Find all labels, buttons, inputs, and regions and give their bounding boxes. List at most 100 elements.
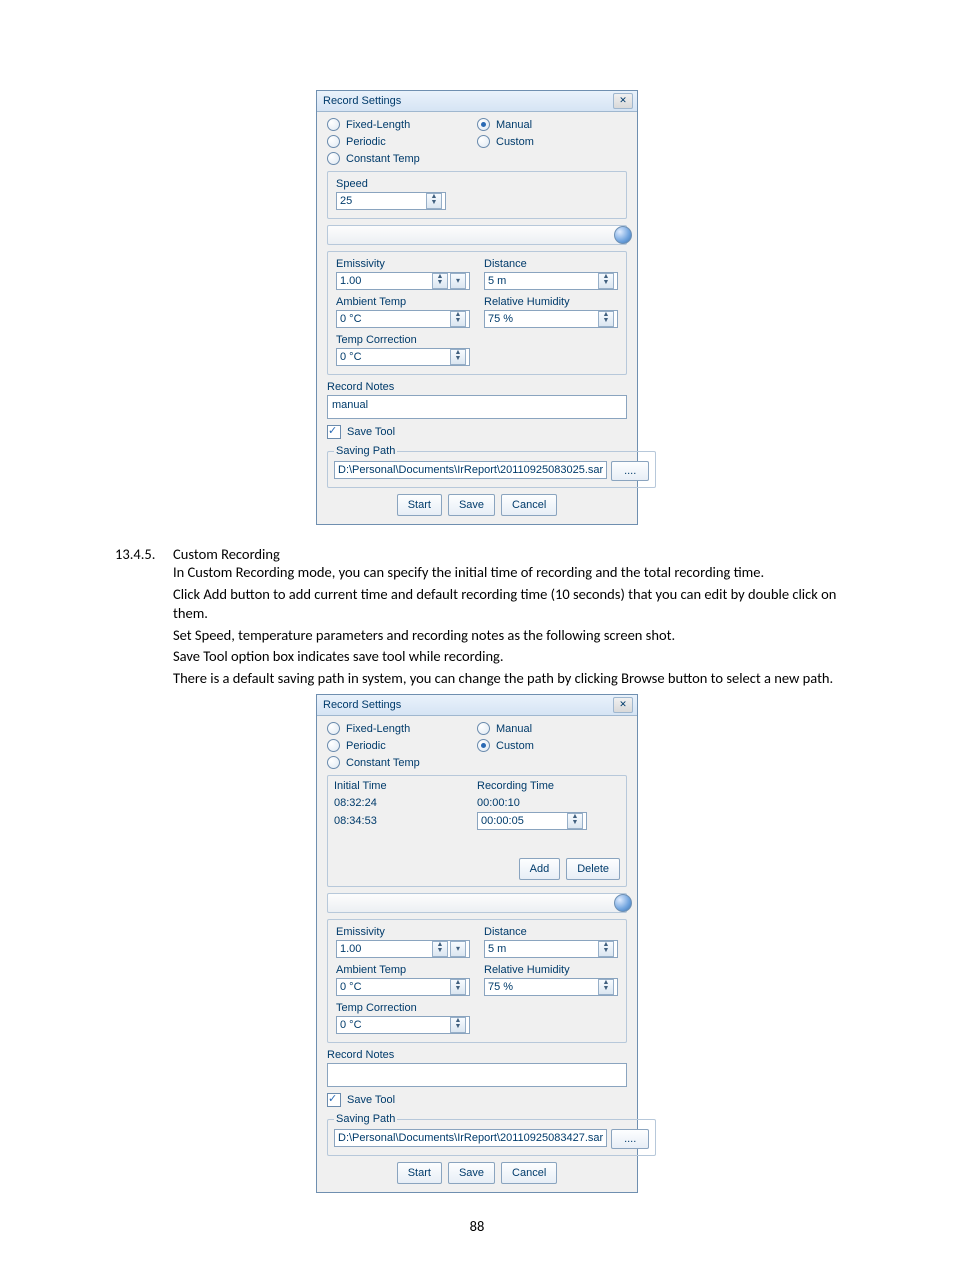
- tempcorr-value: 0 °C: [340, 1019, 362, 1031]
- radio-label: Constant Temp: [346, 153, 420, 165]
- emissivity-input[interactable]: 1.00 ▾: [336, 940, 470, 958]
- spin-icon[interactable]: [450, 311, 466, 327]
- save-tool-label: Save Tool: [347, 1094, 395, 1106]
- col-recording-time: Recording Time: [477, 780, 620, 792]
- emissivity-label: Emissivity: [336, 258, 470, 270]
- radio-label: Fixed-Length: [346, 723, 410, 735]
- distance-label: Distance: [484, 258, 618, 270]
- ambient-value: 0 °C: [340, 313, 362, 325]
- record-settings-dialog-2: Record Settings ✕ Fixed-Length Manual Pe…: [316, 694, 638, 1193]
- paragraph: There is a default saving path in system…: [173, 669, 839, 689]
- notes-input[interactable]: manual: [327, 395, 627, 419]
- saving-path-input[interactable]: D:\Personal\Documents\IrReport\201109250…: [334, 1129, 607, 1147]
- tempcorr-value: 0 °C: [340, 351, 362, 363]
- ambient-input[interactable]: 0 °C: [336, 310, 470, 328]
- radio-manual[interactable]: Manual: [477, 722, 627, 735]
- cancel-button[interactable]: Cancel: [501, 494, 557, 516]
- window-title: Record Settings: [323, 699, 401, 711]
- delete-button[interactable]: Delete: [566, 858, 620, 880]
- params-group: Emissivity 1.00 ▾ Distance 5 m: [327, 919, 627, 1043]
- recording-time-input[interactable]: 00:00:05: [477, 812, 587, 830]
- humidity-input[interactable]: 75 %: [484, 310, 618, 328]
- emissivity-input[interactable]: 1.00 ▾: [336, 272, 470, 290]
- spin-icon[interactable]: [432, 941, 448, 957]
- spin-icon[interactable]: [450, 1017, 466, 1033]
- col-initial-time: Initial Time: [334, 780, 477, 792]
- table-row[interactable]: 08:32:24 00:00:10: [334, 794, 620, 812]
- spin-icon[interactable]: [432, 273, 448, 289]
- tempcorr-input[interactable]: 0 °C: [336, 348, 470, 366]
- section-title: Custom Recording: [173, 545, 303, 563]
- emissivity-value: 1.00: [340, 943, 361, 955]
- humidity-label: Relative Humidity: [484, 964, 618, 976]
- radio-manual[interactable]: Manual: [477, 118, 627, 131]
- expand-icon[interactable]: [614, 226, 632, 244]
- save-tool-checkbox[interactable]: Save Tool: [327, 1093, 627, 1107]
- save-tool-label: Save Tool: [347, 426, 395, 438]
- ambient-input[interactable]: 0 °C: [336, 978, 470, 996]
- speed-input[interactable]: 25: [336, 192, 446, 210]
- spin-icon[interactable]: [598, 273, 614, 289]
- radio-fixed-length[interactable]: Fixed-Length: [327, 722, 477, 735]
- start-button[interactable]: Start: [397, 494, 442, 516]
- section-13-4-5: 13.4.5. Custom Recording: [115, 545, 839, 563]
- section-body: In Custom Recording mode, you can specif…: [173, 563, 839, 690]
- cell-recording: 00:00:10: [477, 797, 620, 809]
- save-button[interactable]: Save: [448, 494, 495, 516]
- close-icon[interactable]: ✕: [613, 93, 633, 109]
- spin-icon[interactable]: [598, 311, 614, 327]
- speed-group: Speed 25: [327, 171, 627, 219]
- speed-label: Speed: [336, 178, 618, 190]
- radio-label: Periodic: [346, 136, 386, 148]
- spin-icon[interactable]: [426, 193, 442, 209]
- browse-button[interactable]: ....: [611, 461, 649, 481]
- chevron-down-icon[interactable]: ▾: [450, 941, 466, 957]
- section-number: 13.4.5.: [115, 545, 163, 563]
- start-button[interactable]: Start: [397, 1162, 442, 1184]
- humidity-value: 75 %: [488, 313, 513, 325]
- time-table: Initial Time Recording Time 08:32:24 00:…: [327, 775, 627, 887]
- humidity-input[interactable]: 75 %: [484, 978, 618, 996]
- params-group: Emissivity 1.00 ▾ Distance 5 m: [327, 251, 627, 375]
- checkbox-icon: [327, 1093, 341, 1107]
- radio-periodic[interactable]: Periodic: [327, 135, 477, 148]
- paragraph: Click Add button to add current time and…: [173, 585, 839, 624]
- progress-slot: [327, 893, 627, 913]
- saving-path-group: Saving Path D:\Personal\Documents\IrRepo…: [327, 1113, 656, 1156]
- radio-periodic[interactable]: Periodic: [327, 739, 477, 752]
- add-button[interactable]: Add: [519, 858, 561, 880]
- spin-icon[interactable]: [450, 349, 466, 365]
- speed-value: 25: [340, 195, 352, 207]
- spin-icon[interactable]: [598, 979, 614, 995]
- paragraph: In Custom Recording mode, you can specif…: [173, 563, 839, 583]
- distance-input[interactable]: 5 m: [484, 272, 618, 290]
- saving-path-group: Saving Path D:\Personal\Documents\IrRepo…: [327, 445, 656, 488]
- save-button[interactable]: Save: [448, 1162, 495, 1184]
- tempcorr-input[interactable]: 0 °C: [336, 1016, 470, 1034]
- saving-path-label: Saving Path: [334, 445, 397, 457]
- spin-icon[interactable]: [567, 813, 583, 829]
- radio-constant-temp[interactable]: Constant Temp: [327, 756, 477, 769]
- radio-custom[interactable]: Custom: [477, 739, 627, 752]
- humidity-value: 75 %: [488, 981, 513, 993]
- chevron-down-icon[interactable]: ▾: [450, 273, 466, 289]
- saving-path-input[interactable]: D:\Personal\Documents\IrReport\201109250…: [334, 461, 607, 479]
- close-icon[interactable]: ✕: [613, 697, 633, 713]
- radio-custom[interactable]: Custom: [477, 135, 627, 148]
- radio-constant-temp[interactable]: Constant Temp: [327, 152, 477, 165]
- expand-icon[interactable]: [614, 894, 632, 912]
- browse-button[interactable]: ....: [611, 1129, 649, 1149]
- table-row[interactable]: 08:34:53 00:00:05: [334, 812, 620, 830]
- spin-icon[interactable]: [450, 979, 466, 995]
- distance-label: Distance: [484, 926, 618, 938]
- spin-icon[interactable]: [598, 941, 614, 957]
- titlebar: Record Settings ✕: [317, 91, 637, 112]
- ambient-value: 0 °C: [340, 981, 362, 993]
- distance-input[interactable]: 5 m: [484, 940, 618, 958]
- cancel-button[interactable]: Cancel: [501, 1162, 557, 1184]
- radio-fixed-length[interactable]: Fixed-Length: [327, 118, 477, 131]
- radio-label: Constant Temp: [346, 757, 420, 769]
- cell-recording: 00:00:05: [481, 815, 524, 827]
- notes-input[interactable]: [327, 1063, 627, 1087]
- save-tool-checkbox[interactable]: Save Tool: [327, 425, 627, 439]
